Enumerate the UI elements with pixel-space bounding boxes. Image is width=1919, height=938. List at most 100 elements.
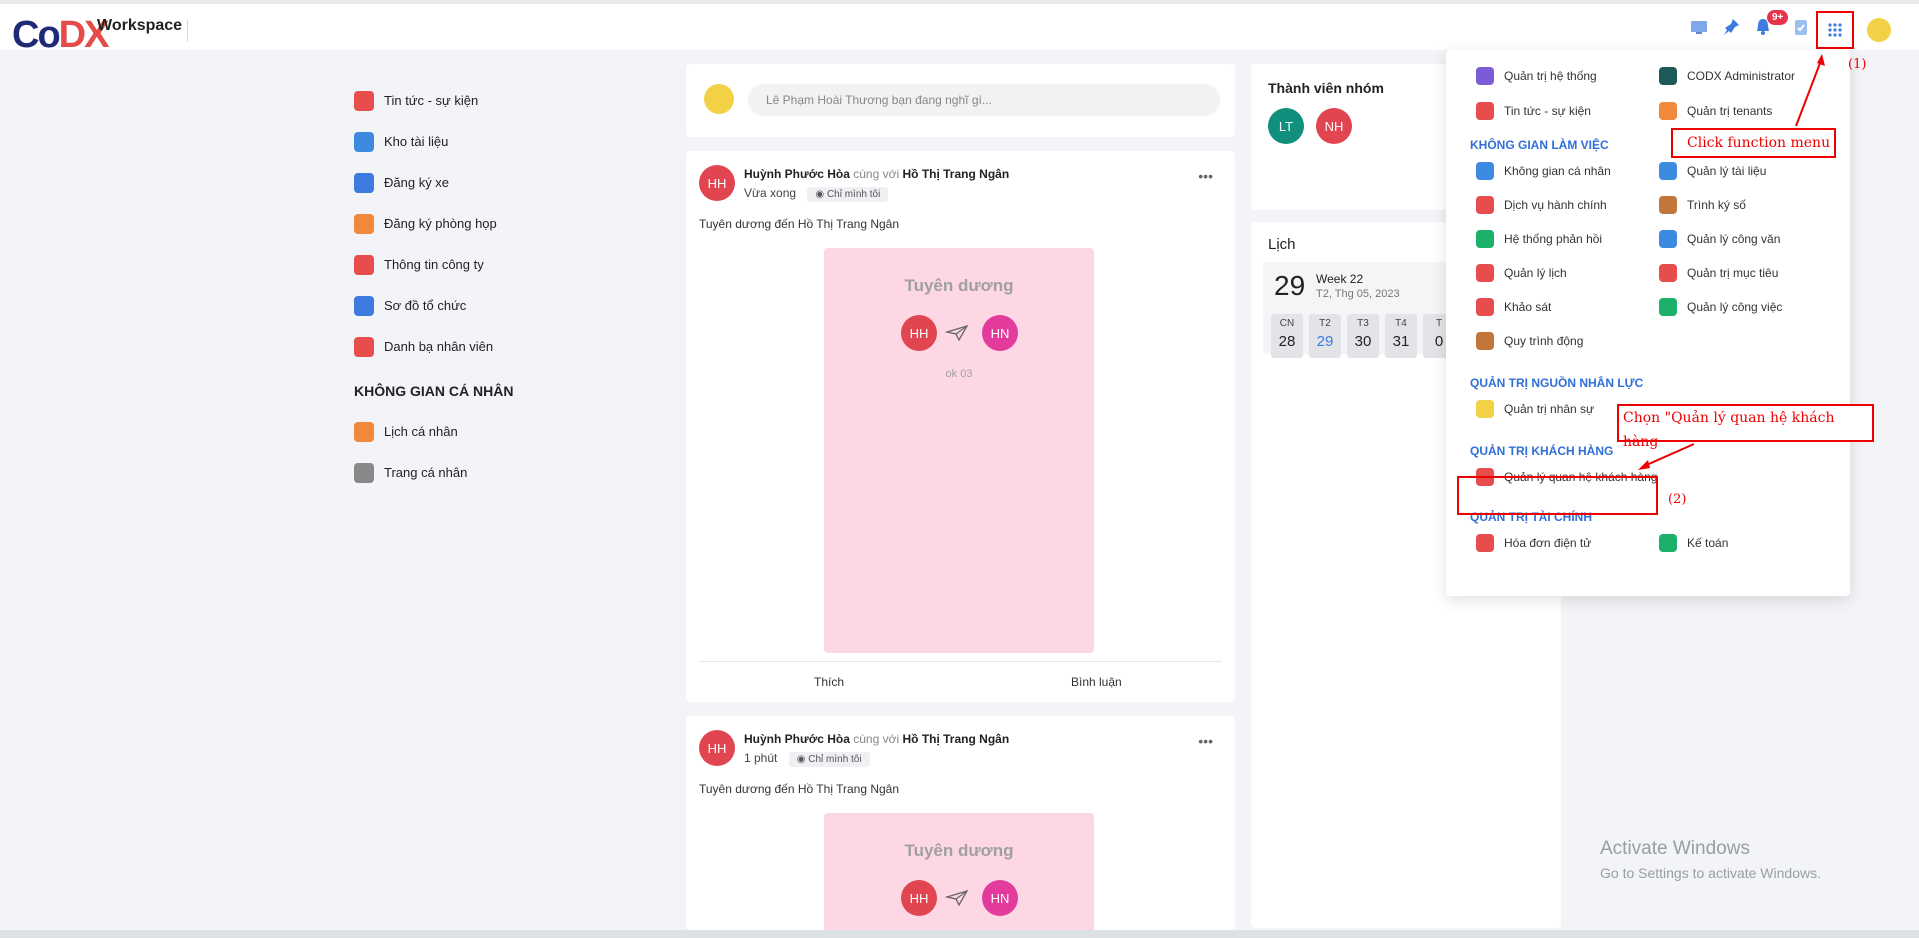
service-icon bbox=[1476, 196, 1494, 214]
composer-avatar bbox=[704, 84, 734, 114]
windows-watermark-title: Activate Windows bbox=[1600, 838, 1750, 859]
calendar-day-cell[interactable]: T2 29 bbox=[1309, 314, 1341, 358]
nav-item-label: Thông tin công ty bbox=[384, 257, 484, 272]
comment-button[interactable]: Bình luận bbox=[1071, 675, 1122, 689]
menu-item[interactable]: Trình ký số bbox=[1659, 194, 1746, 216]
tagged-name[interactable]: Hồ Thị Trang Ngân bbox=[902, 167, 1009, 181]
like-button[interactable]: Thích bbox=[814, 675, 844, 689]
menu-item-label: Quản trị mục tiêu bbox=[1687, 266, 1779, 280]
left-navigation: Tin tức - sự kiện Kho tài liệu Đăng ký xe Đ… bbox=[354, 80, 614, 493]
megaphone-icon bbox=[1476, 102, 1494, 120]
weekday-label: T2 bbox=[1319, 318, 1331, 329]
menu-item[interactable]: Quản trị hệ thống bbox=[1476, 65, 1597, 87]
menu-item[interactable]: Quản lý tài liệu bbox=[1659, 160, 1766, 182]
arrow-icon bbox=[1795, 54, 1825, 127]
author-avatar[interactable]: HH bbox=[699, 730, 735, 766]
nav-item-label: Danh bạ nhân viên bbox=[384, 339, 494, 354]
meeting-room-icon bbox=[354, 213, 374, 234]
privacy-badge[interactable]: ◉ Chỉ mình tôi bbox=[788, 752, 870, 767]
nav-item[interactable]: Danh bạ nhân viên bbox=[354, 326, 614, 367]
personal-space-heading: KHÔNG GIAN CÁ NHÂN bbox=[354, 383, 514, 399]
receiver-avatar: HN bbox=[982, 880, 1018, 916]
menu-item-label: CODX Administrator bbox=[1687, 69, 1796, 83]
paper-plane-icon bbox=[945, 889, 969, 907]
codx-logo[interactable]: CoDX bbox=[12, 16, 109, 54]
header-divider bbox=[187, 20, 188, 42]
post-meta: 1 phút ◉ Chỉ mình tôi bbox=[744, 751, 870, 767]
menu-item[interactable]: Hệ thống phản hồi bbox=[1476, 228, 1602, 250]
sign-icon bbox=[1659, 196, 1677, 214]
author-name[interactable]: Huỳnh Phước Hòa bbox=[744, 732, 850, 746]
clipboard-check-icon[interactable] bbox=[1790, 16, 1812, 38]
nav-item[interactable]: Đăng ký xe bbox=[354, 162, 614, 203]
menu-item[interactable]: Quản lý lịch bbox=[1476, 262, 1567, 284]
nav-item[interactable]: Thông tin công ty bbox=[354, 244, 614, 285]
step-2-label: (2) bbox=[1668, 492, 1687, 507]
calendar-week: Week 22 bbox=[1316, 272, 1364, 286]
member-avatar[interactable]: NH bbox=[1316, 108, 1352, 144]
menu-item[interactable]: Khảo sát bbox=[1476, 296, 1551, 318]
day-number: 28 bbox=[1278, 333, 1296, 350]
calendar-date: T2, Thg 05, 2023 bbox=[1316, 288, 1400, 300]
nav-item[interactable]: Tin tức - sự kiện bbox=[354, 80, 614, 121]
workspace-title: Workspace bbox=[97, 17, 183, 34]
with-word: cùng với bbox=[853, 167, 900, 181]
menu-item-label: Quản lý lịch bbox=[1504, 266, 1567, 280]
nav-item-label: Trang cá nhân bbox=[384, 465, 468, 480]
menu-item[interactable]: Tin tức - sự kiện bbox=[1476, 100, 1591, 122]
menu-item[interactable]: Quy trình động bbox=[1476, 330, 1583, 352]
calendar-icon bbox=[1476, 264, 1494, 282]
status-input[interactable]: Lê Phạm Hoài Thương bạn đang nghĩ gì... bbox=[748, 84, 1220, 116]
praise-card: Tuyên dương HH HN ok 03 bbox=[824, 248, 1094, 653]
post-composer: Lê Phạm Hoài Thương bạn đang nghĩ gì... bbox=[686, 64, 1235, 137]
member-avatar[interactable]: LT bbox=[1268, 108, 1304, 144]
calendar-day-cell[interactable]: CN 28 bbox=[1271, 314, 1303, 358]
with-word: cùng với bbox=[853, 732, 900, 746]
calendar-title: Lịch bbox=[1268, 236, 1296, 253]
function-menu-button[interactable] bbox=[1816, 11, 1854, 49]
day-number: 31 bbox=[1392, 333, 1410, 350]
nav-item-label: Đăng ký xe bbox=[384, 175, 450, 190]
step-1-label: (1) bbox=[1848, 57, 1867, 72]
nav-item[interactable]: Trang cá nhân bbox=[354, 452, 614, 493]
menu-item[interactable]: Quản trị mục tiêu bbox=[1659, 262, 1778, 284]
menu-item-label: Kế toán bbox=[1687, 536, 1729, 550]
menu-item[interactable]: CODX Administrator bbox=[1659, 65, 1795, 87]
menu-item-label: Quản lý công việc bbox=[1687, 300, 1783, 314]
nav-item[interactable]: Sơ đồ tổ chức bbox=[354, 285, 614, 326]
menu-item[interactable]: Kế toán bbox=[1659, 532, 1728, 554]
click-function-menu-note: Click function menu bbox=[1671, 128, 1836, 158]
post-text: Tuyên dương đến Hồ Thị Trang Ngân bbox=[699, 217, 900, 231]
post-time: Vừa xong bbox=[744, 186, 797, 200]
nav-item[interactable]: Lịch cá nhân bbox=[354, 411, 614, 452]
menu-item[interactable]: Quản trị nhân sự bbox=[1476, 398, 1594, 420]
user-avatar-icon[interactable] bbox=[1867, 18, 1891, 42]
nav-item[interactable]: Kho tài liệu bbox=[354, 121, 614, 162]
more-options-icon[interactable]: ••• bbox=[1198, 168, 1213, 184]
pin-icon[interactable] bbox=[1720, 16, 1742, 38]
task-icon bbox=[1659, 298, 1677, 316]
author-name[interactable]: Huỳnh Phước Hòa bbox=[744, 167, 850, 181]
menu-item-label: Quản lý công văn bbox=[1687, 232, 1781, 246]
menu-item[interactable]: Dịch vụ hành chính bbox=[1476, 194, 1607, 216]
monitor-icon[interactable] bbox=[1688, 16, 1710, 38]
calendar-day-cell[interactable]: T4 31 bbox=[1385, 314, 1417, 358]
menu-item[interactable]: Hóa đơn điện tử bbox=[1476, 532, 1591, 554]
arrow-icon bbox=[1638, 443, 1695, 470]
post-actions: Thích Bình luận bbox=[699, 661, 1222, 700]
privacy-badge[interactable]: ◉ Chỉ mình tôi bbox=[807, 187, 889, 202]
menu-item[interactable]: Quản lý công việc bbox=[1659, 296, 1782, 318]
menu-item[interactable]: Quản lý công văn bbox=[1659, 228, 1780, 250]
nav-item[interactable]: Đăng ký phòng họp bbox=[354, 203, 614, 244]
menu-item[interactable]: Quản trị tenants bbox=[1659, 100, 1772, 122]
post-meta: Vừa xong ◉ Chỉ mình tôi bbox=[744, 186, 889, 202]
more-options-icon[interactable]: ••• bbox=[1198, 733, 1213, 749]
author-avatar[interactable]: HH bbox=[699, 165, 735, 201]
menu-item-label: Dịch vụ hành chính bbox=[1504, 198, 1607, 212]
calendar-day-cell[interactable]: T3 30 bbox=[1347, 314, 1379, 358]
receiver-avatar: HN bbox=[982, 315, 1018, 351]
menu-item-label: Quy trình động bbox=[1504, 334, 1584, 348]
nav-item-label: Lịch cá nhân bbox=[384, 424, 458, 439]
menu-item[interactable]: Không gian cá nhân bbox=[1476, 160, 1611, 182]
tagged-name[interactable]: Hồ Thị Trang Ngân bbox=[902, 732, 1009, 746]
